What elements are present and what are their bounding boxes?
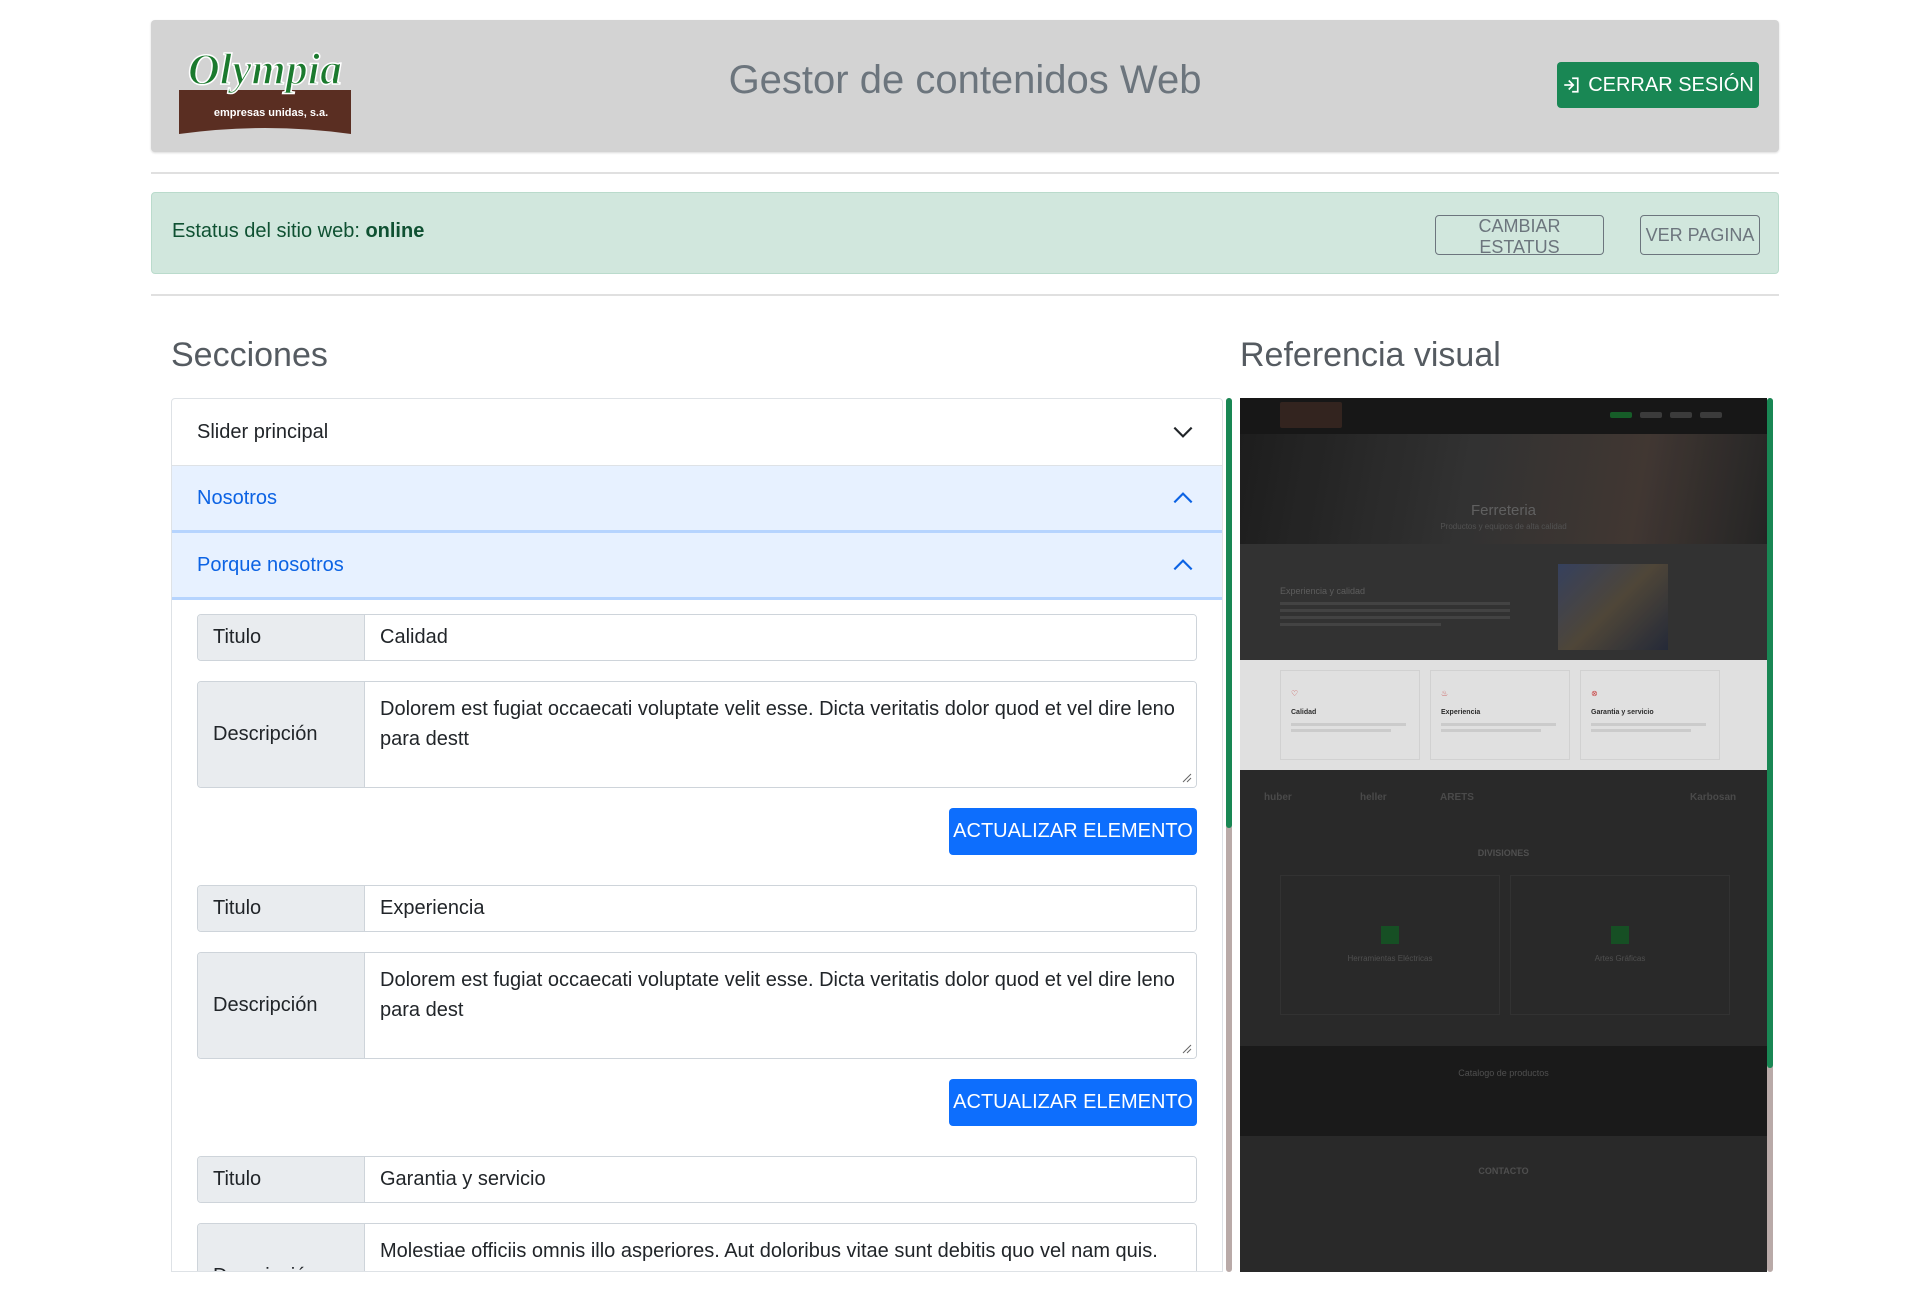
sections-scrollbar-thumb[interactable] [1226, 398, 1232, 828]
preview-contact: CONTACTO [1240, 1136, 1767, 1272]
accordion-item-nosotros[interactable]: Nosotros [172, 466, 1222, 533]
preview-card: ♡ Calidad [1280, 670, 1420, 760]
thermometer-icon: ♨ [1441, 689, 1449, 698]
title-input[interactable]: Calidad [365, 615, 1196, 660]
accordion-body: Titulo Calidad Descripción Dolorem est f… [172, 600, 1222, 1271]
preview-nav-item [1670, 412, 1692, 418]
status-text: Estatus del sitio web: online [172, 220, 424, 243]
change-status-button[interactable]: CAMBIAR ESTATUS [1435, 215, 1604, 257]
title-input[interactable]: Garantia y servicio [365, 1157, 1196, 1202]
divider [151, 172, 1779, 174]
preview-division-name: Artes Gráficas [1594, 954, 1646, 963]
page-title: Gestor de contenidos Web [728, 58, 1202, 102]
preview-brand: huber [1264, 792, 1292, 803]
chevron-down-icon [1173, 426, 1193, 438]
description-label: Descripción [198, 1224, 365, 1271]
preview-card: ⊗ Garantia y servicio [1580, 670, 1720, 760]
description-label: Descripción [198, 682, 365, 787]
accordion-item-label: Slider principal [197, 420, 329, 443]
preview-hero-title: Ferreteria [1470, 502, 1537, 519]
chevron-up-icon [1173, 492, 1193, 504]
preview-brands: huber heller ARETS Karbosan [1240, 770, 1767, 830]
preview-about: Experiencia y calidad [1240, 544, 1767, 660]
resize-handle-icon[interactable] [1182, 773, 1192, 783]
resize-handle-icon[interactable] [1182, 1044, 1192, 1054]
title-label: Titulo [198, 1157, 365, 1202]
view-page-button[interactable]: VER PAGINA [1640, 215, 1760, 255]
status-value: online [365, 220, 425, 242]
preview-nav-item [1700, 412, 1722, 418]
logout-label: CERRAR SESIÓN [1588, 73, 1754, 96]
preview-nav-item [1640, 412, 1662, 418]
preview-brand: ARETS [1440, 792, 1474, 803]
preview-nav-item [1610, 412, 1632, 418]
heart-icon: ♡ [1291, 689, 1299, 698]
description-text: Dolorem est fugiat occaecati voluptate v… [380, 969, 1175, 1021]
description-text: Dolorem est fugiat occaecati voluptate v… [380, 698, 1175, 750]
preview-divisions-title: DIVISIONES [1477, 848, 1530, 858]
preview-card-title: Calidad [1291, 709, 1317, 716]
preview-about-text [1280, 602, 1510, 630]
preview-about-image [1558, 564, 1668, 650]
accordion-item-slider[interactable]: Slider principal [172, 399, 1222, 466]
title-field: Titulo Calidad [197, 614, 1197, 661]
visual-reference-heading: Referencia visual [1240, 336, 1501, 374]
preview-card: ♨ Experiencia [1430, 670, 1570, 760]
logout-button[interactable]: CERRAR SESIÓN [1557, 62, 1759, 108]
title-label: Titulo [198, 615, 365, 660]
site-status-alert: Estatus del sitio web: online CAMBIAR ES… [151, 192, 1779, 274]
gear-icon [1611, 926, 1629, 944]
preview-division-name: Herramientas Eléctricas [1347, 954, 1433, 963]
preview-about-title: Experiencia y calidad [1280, 586, 1366, 596]
preview-logo [1280, 402, 1342, 428]
badge-icon: ⊗ [1591, 689, 1598, 698]
preview-catalog-title: Catalogo de productos [1458, 1068, 1549, 1078]
preview-division: Artes Gráficas [1510, 875, 1730, 1015]
description-textarea[interactable]: Dolorem est fugiat occaecati voluptate v… [365, 953, 1196, 1058]
title-label: Titulo [198, 886, 365, 931]
accordion-item-label: Nosotros [197, 486, 278, 509]
preview-catalog: Catalogo de productos [1240, 1046, 1767, 1136]
preview-hero-subtitle: Productos y equipos de alta calidad [1440, 522, 1567, 531]
description-text: Molestiae officiis omnis illo asperiores… [380, 1240, 1158, 1262]
logout-icon [1564, 77, 1579, 93]
description-field: Descripción Molestiae officiis omnis ill… [197, 1223, 1197, 1271]
sections-heading: Secciones [171, 336, 328, 374]
description-field: Descripción Dolorem est fugiat occaecati… [197, 952, 1197, 1059]
sections-accordion: Slider principal Nosotros Porque nosotro… [171, 398, 1223, 1272]
description-textarea[interactable]: Dolorem est fugiat occaecati voluptate v… [365, 682, 1196, 787]
description-field: Descripción Dolorem est fugiat occaecati… [197, 681, 1197, 788]
accordion-item-porque-nosotros[interactable]: Porque nosotros [172, 533, 1222, 600]
svg-text:empresas unidas, s.a.: empresas unidas, s.a. [214, 107, 328, 119]
update-element-button[interactable]: ACTUALIZAR ELEMENTO [949, 1079, 1197, 1126]
divider [151, 294, 1779, 296]
preview-hero: Ferreteria Productos y equipos de alta c… [1240, 434, 1767, 544]
preview-brand: heller [1360, 792, 1387, 803]
title-field: Titulo Experiencia [197, 885, 1197, 932]
description-label: Descripción [198, 953, 365, 1058]
description-textarea[interactable]: Molestiae officiis omnis illo asperiores… [365, 1224, 1196, 1271]
chevron-up-icon [1173, 559, 1193, 571]
preview-card-title: Experiencia [1441, 709, 1481, 716]
preview-contact-title: CONTACTO [1478, 1166, 1529, 1176]
preview-divisions: DIVISIONES Herramientas Eléctricas Artes… [1240, 830, 1767, 1046]
visual-reference-preview: Ferreteria Productos y equipos de alta c… [1240, 398, 1767, 1272]
preview-card-title: Garantia y servicio [1591, 709, 1654, 716]
reference-scrollbar-thumb[interactable] [1767, 398, 1773, 1068]
preview-division: Herramientas Eléctricas [1280, 875, 1500, 1015]
preview-cards: ♡ Calidad ♨ Experiencia ⊗ Garantia y ser… [1240, 660, 1767, 770]
title-field: Titulo Garantia y servicio [197, 1156, 1197, 1203]
accordion-item-label: Porque nosotros [197, 553, 344, 576]
title-input[interactable]: Experiencia [365, 886, 1196, 931]
preview-navbar [1240, 398, 1767, 434]
top-header: Olympia empresas unidas, s.a. Gestor de … [151, 20, 1779, 152]
gear-icon [1381, 926, 1399, 944]
status-label: Estatus del sitio web: [172, 220, 360, 242]
preview-brand: Karbosan [1690, 792, 1737, 803]
update-element-button[interactable]: ACTUALIZAR ELEMENTO [949, 808, 1197, 855]
